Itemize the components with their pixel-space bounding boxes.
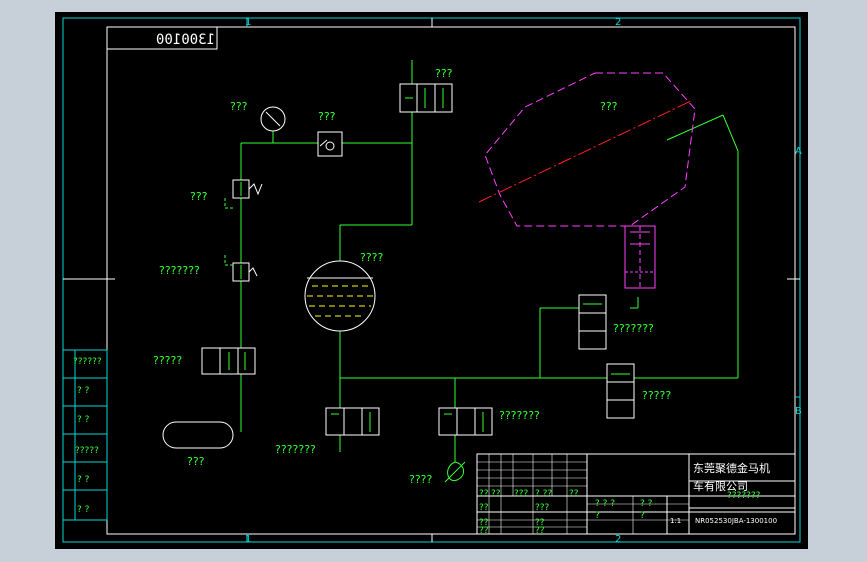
company-name-line1: 东莞聚德金马机: [693, 461, 770, 475]
gauge-label: ???: [230, 100, 248, 113]
receiver-icon: [304, 260, 376, 332]
zone-label-bottom-2: 2: [615, 534, 621, 545]
valve-right-lower-label: ?????: [642, 389, 671, 402]
tb-cell-10: ??: [479, 526, 489, 536]
tb-cell-1: ??: [479, 489, 489, 499]
tb-cell-2: ??: [491, 489, 501, 499]
tank-icon: [162, 421, 234, 449]
filter-region-label: ???: [600, 100, 618, 113]
directional-valve-bottom-left-icon: [325, 407, 380, 436]
tb-cell-11: ??: [535, 526, 545, 536]
scale-value: 1:1: [670, 517, 681, 525]
zone-label-top-2: 2: [615, 17, 621, 28]
tank-label: ???: [187, 455, 205, 468]
tb-mid-cell-4: ?: [640, 511, 645, 521]
tb-mid-cell-1: ? ? ?: [595, 499, 615, 509]
drawing-number: NR052530JBA-1300100: [695, 517, 777, 525]
side-cell-2: ? ?: [77, 386, 90, 396]
receiver-label: ????: [360, 251, 384, 264]
pump-icon: [444, 461, 466, 483]
pressure-gauge-icon: [260, 106, 286, 143]
tb-mid-cell-3: ?: [595, 511, 600, 521]
check-valve-label: ???: [318, 110, 336, 123]
valve-bottom-left-label: ???????: [275, 443, 316, 456]
code-box-text: 1300100: [156, 32, 215, 48]
tb-cell-6: ??: [479, 503, 489, 513]
directional-valve-right-upper-icon: [578, 294, 607, 350]
tb-cell-7: ???: [535, 503, 550, 513]
side-cell-6: ? ?: [77, 505, 90, 515]
valve-left-label: ?????: [153, 354, 182, 367]
directional-valve-right-lower-icon: [606, 363, 635, 419]
left-side-table: ?????? ? ? ? ? ????? ? ? ? ?: [62, 349, 108, 521]
relief-valve-icon: [224, 179, 263, 209]
valve-top-label: ???: [435, 67, 453, 80]
side-cell-5: ? ?: [77, 475, 90, 485]
directional-valve-left-icon: [201, 347, 256, 375]
pump-label: ????: [409, 473, 433, 486]
hydraulic-schematic: 1 2 1 2 A B 1300100 ?????? ? ? ? ? ?????…: [62, 17, 802, 545]
pressure-switch-label: ???????: [159, 264, 200, 277]
drawing-sheet: 1 2 1 2 A B 1300100 ?????? ? ? ? ? ?????…: [55, 12, 808, 549]
tb-cell-3: ???: [514, 489, 529, 499]
valve-right-upper-label: ???????: [613, 322, 654, 335]
valve-bottom-mid-label: ???????: [499, 409, 540, 422]
side-cell-4: ?????: [75, 446, 99, 456]
tb-cell-4: ? ??: [535, 489, 552, 499]
zone-label-top-1: 1: [245, 17, 251, 28]
part-name: ???????: [727, 491, 761, 501]
cylinder-part-icon: [624, 225, 656, 289]
filter-region-icon: [478, 72, 696, 227]
check-valve-icon: [317, 131, 343, 157]
tb-cell-5: ??: [569, 489, 579, 499]
tb-mid-cell-2: ? ?: [640, 499, 653, 509]
side-cell-1: ??????: [73, 357, 102, 367]
zone-label-a: A: [795, 146, 802, 157]
directional-valve-bottom-mid-icon: [438, 407, 493, 436]
side-cell-3: ? ?: [77, 415, 90, 425]
zone-label-bottom-1: 1: [245, 534, 251, 545]
relief-valve-label: ???: [190, 190, 208, 203]
zone-label-b: B: [795, 406, 802, 417]
